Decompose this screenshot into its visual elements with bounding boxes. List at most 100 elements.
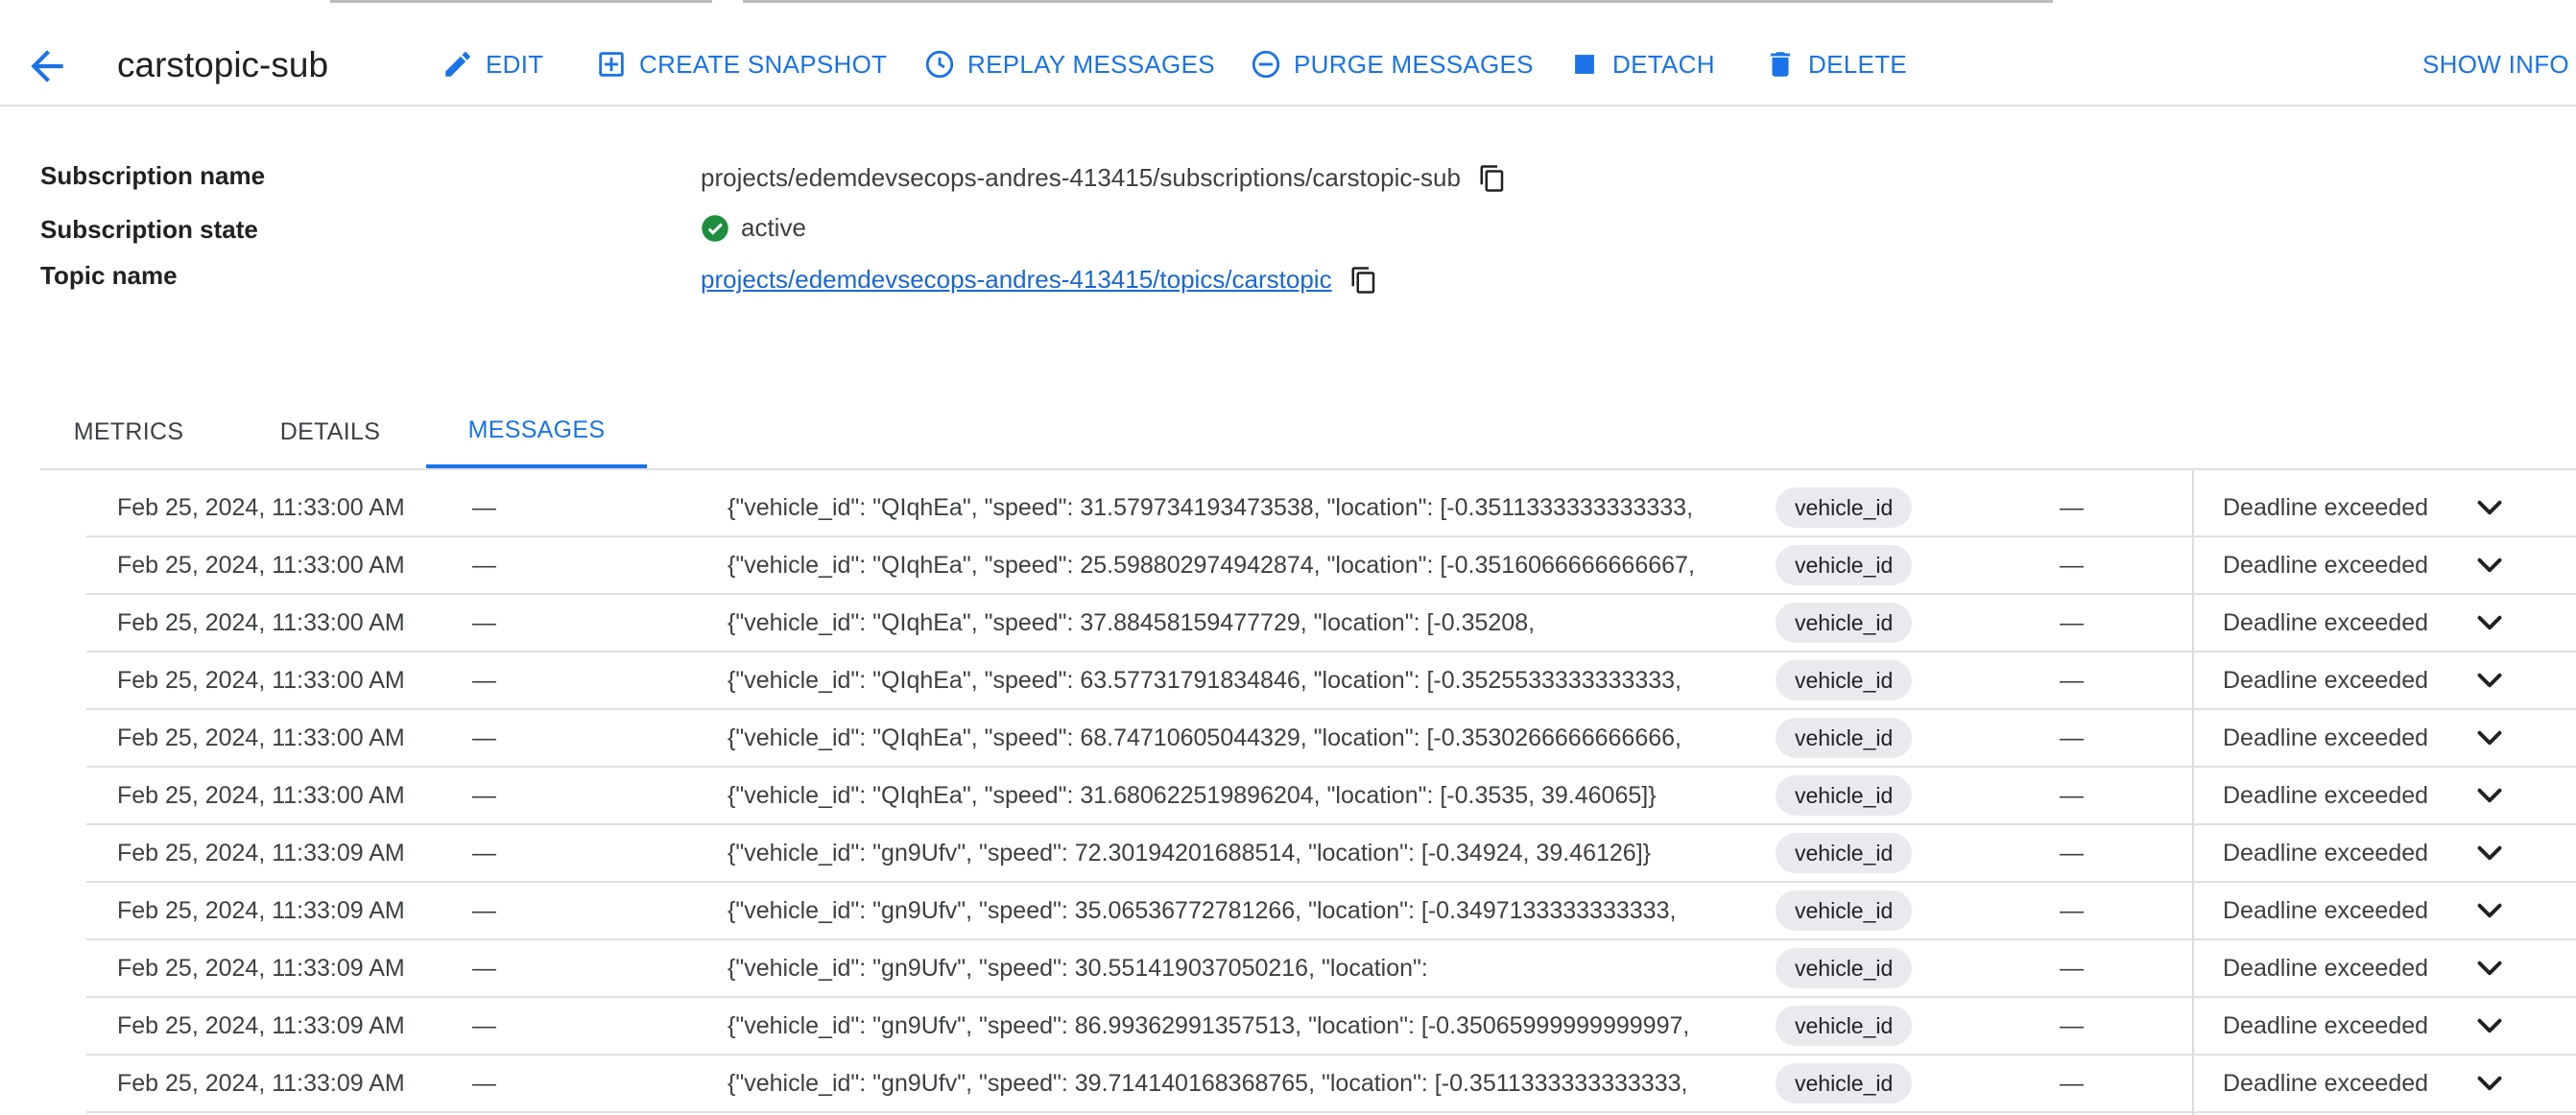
delivery-attempt-cell: — xyxy=(2060,896,2084,924)
expand-row-cell xyxy=(2472,480,2507,535)
show-info-label: SHOW INFO P xyxy=(2422,49,2576,79)
publish-time-cell: Feb 25, 2024, 11:33:00 AM xyxy=(117,781,405,809)
message-body-cell: {"vehicle_id": "QIqhEa", "speed": 37.884… xyxy=(727,608,1536,636)
message-body-cell: {"vehicle_id": "gn9Ufv", "speed": 72.301… xyxy=(727,839,1651,866)
tab-metrics[interactable]: METRICS xyxy=(60,395,198,468)
tab-details[interactable]: DETAILS xyxy=(261,395,399,468)
ack-status-cell: Deadline exceeded xyxy=(2223,493,2429,521)
expand-row-cell xyxy=(2472,537,2507,593)
chevron-down-icon[interactable] xyxy=(2472,1008,2507,1043)
back-arrow-icon[interactable] xyxy=(23,42,71,90)
edit-label: EDIT xyxy=(486,49,544,79)
attribute-chip[interactable]: vehicle_id xyxy=(1776,603,1913,643)
attribute-chip[interactable]: vehicle_id xyxy=(1776,487,1913,528)
attribute-chip[interactable]: vehicle_id xyxy=(1776,718,1913,758)
chevron-down-icon[interactable] xyxy=(2472,778,2507,813)
message-body-cell: {"vehicle_id": "QIqhEa", "speed": 31.579… xyxy=(727,493,1694,521)
ack-status-cell: Deadline exceeded xyxy=(2223,724,2429,751)
page-title: carstopic-sub xyxy=(117,45,329,84)
expand-row-cell xyxy=(2472,595,2507,651)
table-row[interactable]: Feb 25, 2024, 11:33:00 AM — {"vehicle_id":… xyxy=(86,595,2576,652)
stop-square-icon xyxy=(1575,55,1594,74)
chevron-down-icon[interactable] xyxy=(2472,663,2507,698)
delivery-attempt-cell: — xyxy=(2060,608,2084,636)
replay-messages-label: REPLAY MESSAGES xyxy=(967,49,1215,79)
attributes-cell: vehicle_id xyxy=(1776,998,1913,1054)
top-strip-segment xyxy=(743,0,2053,3)
publish-time-cell: Feb 25, 2024, 11:33:09 AM xyxy=(117,1069,405,1097)
table-row[interactable]: Feb 25, 2024, 11:33:09 AM — {"vehicle_id":… xyxy=(86,998,2576,1056)
attributes-cell: vehicle_id xyxy=(1776,537,1913,593)
table-row[interactable]: Feb 25, 2024, 11:33:00 AM — {"vehicle_id":… xyxy=(86,480,2576,537)
copy-icon[interactable] xyxy=(1478,164,1507,193)
chevron-down-icon[interactable] xyxy=(2472,951,2507,985)
attribute-chip[interactable]: vehicle_id xyxy=(1776,660,1913,700)
ack-status-cell: Deadline exceeded xyxy=(2223,666,2429,694)
ack-status-cell: Deadline exceeded xyxy=(2223,551,2429,579)
publish-time-cell: Feb 25, 2024, 11:33:00 AM xyxy=(117,724,405,751)
attribute-chip[interactable]: vehicle_id xyxy=(1776,1063,1913,1103)
table-row[interactable]: Feb 25, 2024, 11:33:00 AM — {"vehicle_id":… xyxy=(86,768,2576,825)
chevron-down-icon[interactable] xyxy=(2472,893,2507,928)
create-snapshot-button[interactable]: CREATE SNAPSHOT xyxy=(595,40,887,88)
message-body-cell: {"vehicle_id": "gn9Ufv", "speed": 30.551… xyxy=(727,954,1428,982)
expand-row-cell xyxy=(2472,652,2507,708)
attributes-cell: vehicle_id xyxy=(1776,595,1913,651)
chevron-down-icon[interactable] xyxy=(2472,836,2507,870)
subscription-state-text: active xyxy=(741,213,806,242)
table-row[interactable]: Feb 25, 2024, 11:33:09 AM — {"vehicle_id":… xyxy=(86,825,2576,883)
snapshot-icon xyxy=(599,52,624,77)
chevron-down-icon[interactable] xyxy=(2472,490,2507,525)
trash-icon xyxy=(1771,52,1790,77)
minus-circle-icon xyxy=(1252,50,1280,79)
ack-status-cell: Deadline exceeded xyxy=(2223,954,2429,982)
ordering-key-cell: — xyxy=(472,551,496,579)
subscription-name-value: projects/edemdevsecops-andres-413415/sub… xyxy=(701,163,1507,193)
topic-name-link[interactable]: projects/edemdevsecops-andres-413415/top… xyxy=(701,265,1332,295)
attribute-chip[interactable]: vehicle_id xyxy=(1776,1006,1913,1046)
clock-icon xyxy=(925,50,954,79)
purge-messages-button[interactable]: PURGE MESSAGES xyxy=(1250,40,1534,88)
table-row[interactable]: Feb 25, 2024, 11:33:00 AM — {"vehicle_id":… xyxy=(86,710,2576,768)
ack-status-cell: Deadline exceeded xyxy=(2223,781,2429,809)
attributes-cell: vehicle_id xyxy=(1776,883,1913,938)
expand-row-cell xyxy=(2472,940,2507,996)
edit-button[interactable]: EDIT xyxy=(441,40,543,88)
copy-icon[interactable] xyxy=(1349,266,1378,295)
messages-table: Feb 25, 2024, 11:33:00 AM — {"vehicle_id":… xyxy=(40,470,2576,1115)
table-row[interactable]: Feb 25, 2024, 11:33:09 AM — {"vehicle_id":… xyxy=(86,883,2576,940)
chevron-down-icon[interactable] xyxy=(2472,721,2507,755)
replay-messages-button[interactable]: REPLAY MESSAGES xyxy=(923,40,1215,88)
publish-time-cell: Feb 25, 2024, 11:33:09 AM xyxy=(117,954,405,982)
message-body-cell: {"vehicle_id": "gn9Ufv", "speed": 35.065… xyxy=(727,896,1677,924)
chevron-down-icon[interactable] xyxy=(2472,548,2507,582)
chevron-down-icon[interactable] xyxy=(2472,605,2507,640)
table-row[interactable]: Feb 25, 2024, 11:33:00 AM — {"vehicle_id":… xyxy=(86,652,2576,710)
subscription-state-label: Subscription state xyxy=(40,215,258,244)
delivery-attempt-cell: — xyxy=(2060,1011,2084,1039)
table-row[interactable]: Feb 25, 2024, 11:33:09 AM — {"vehicle_id":… xyxy=(86,1056,2576,1113)
ack-status-cell: Deadline exceeded xyxy=(2223,1011,2429,1039)
publish-time-cell: Feb 25, 2024, 11:33:00 AM xyxy=(117,551,405,579)
delete-button[interactable]: DELETE xyxy=(1764,40,1907,88)
attribute-chip[interactable]: vehicle_id xyxy=(1776,948,1913,988)
publish-time-cell: Feb 25, 2024, 11:33:00 AM xyxy=(117,666,405,694)
detach-button[interactable]: DETACH xyxy=(1568,40,1715,88)
attribute-chip[interactable]: vehicle_id xyxy=(1776,833,1913,873)
ordering-key-cell: — xyxy=(472,954,496,982)
attributes-cell: vehicle_id xyxy=(1776,940,1913,996)
table-row[interactable]: Feb 25, 2024, 11:33:00 AM — {"vehicle_id":… xyxy=(86,537,2576,595)
ack-status-cell: Deadline exceeded xyxy=(2223,608,2429,636)
attribute-chip[interactable]: vehicle_id xyxy=(1776,545,1913,585)
chevron-down-icon[interactable] xyxy=(2472,1066,2507,1101)
show-info-panel-button[interactable]: SHOW INFO P xyxy=(2422,40,2576,88)
ordering-key-cell: — xyxy=(472,896,496,924)
table-row[interactable]: Feb 25, 2024, 11:33:09 AM — {"vehicle_id":… xyxy=(86,940,2576,998)
attribute-chip[interactable]: vehicle_id xyxy=(1776,775,1913,816)
message-body-cell: {"vehicle_id": "QIqhEa", "speed": 31.680… xyxy=(727,781,1657,809)
attribute-chip[interactable]: vehicle_id xyxy=(1776,890,1913,931)
ordering-key-cell: — xyxy=(472,781,496,809)
action-toolbar: carstopic-sub EDIT CREATE SNAPSHOT REPLA… xyxy=(0,13,2576,107)
ack-status-cell: Deadline exceeded xyxy=(2223,896,2429,924)
tab-messages[interactable]: MESSAGES xyxy=(426,395,647,468)
